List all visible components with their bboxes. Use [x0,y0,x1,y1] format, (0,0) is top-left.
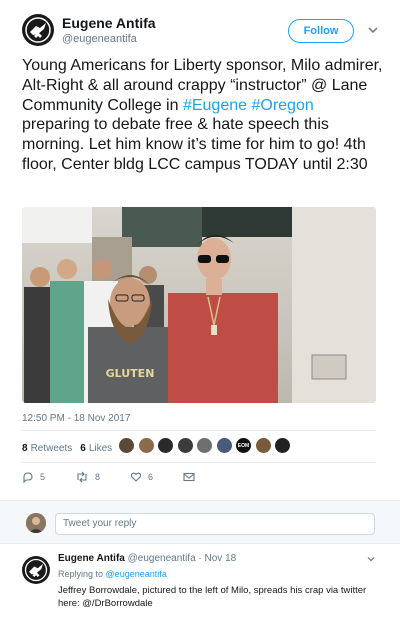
chevron-down-icon[interactable] [366,23,380,37]
author-name[interactable]: Eugene Antifa [62,15,156,31]
tweet-text: Young Americans for Liberty sponsor, Mil… [22,56,384,175]
reply-icon [23,472,33,483]
author-avatar[interactable] [22,14,54,46]
tweet-header: Eugene Antifa @eugeneantifa Follow [22,14,382,48]
liker-avatar[interactable] [137,437,155,454]
chevron-down-icon[interactable] [366,554,376,564]
replying-to-handle[interactable]: @eugeneantifa [106,569,167,579]
hashtag-oregon[interactable]: #Oregon [251,97,313,114]
reply-text: Jeffrey Borrowdale, pictured to the left… [58,585,367,609]
reply-author-avatar[interactable] [22,556,50,584]
likes-count: 6 [80,442,86,454]
like-count: 6 [148,472,154,482]
envelope-icon [183,472,195,482]
photo-shirt-text: GLUTEN [106,367,155,380]
reply-tweet[interactable]: Eugene Antifa @eugeneantifa · Nov 18 Rep… [0,544,400,617]
retweet-action[interactable]: 8 [75,471,100,483]
liker-avatar[interactable] [274,437,291,454]
reply-composer: Tweet your reply [0,500,400,544]
liker-avatar[interactable]: EOM [235,437,252,454]
tweet-timestamp[interactable]: 12:50 PM - 18 Nov 2017 [22,413,130,424]
liker-avatar[interactable] [118,437,135,454]
liker-avatar[interactable] [157,437,174,454]
reply-author-name[interactable]: Eugene Antifa [58,553,125,564]
liker-avatar[interactable] [254,437,272,454]
liker-avatar[interactable] [196,437,213,454]
user-avatar-icon [26,513,46,533]
tweet-photo[interactable]: GLUTEN [22,207,376,403]
likes-stat[interactable]: 6 Likes [80,443,112,454]
reply-action[interactable]: 5 [22,471,45,483]
direct-message-action[interactable] [183,471,201,483]
tweet-stats: 8 Retweets 6 Likes [22,440,120,456]
antifa-logo-icon [23,15,53,45]
antifa-logo-icon [22,556,50,584]
liker-avatar[interactable] [215,437,233,454]
photo-illustration: GLUTEN [22,207,376,403]
replying-to: Replying to @eugeneantifa [58,569,167,579]
retweets-label: Retweets [30,442,73,454]
reply-count: 5 [40,472,46,482]
tweet-text-part: preparing to debate free & hate speech t… [22,116,368,173]
reply-input[interactable]: Tweet your reply [55,513,375,535]
retweets-stat[interactable]: 8 Retweets [22,443,72,454]
retweets-count: 8 [22,442,28,454]
retweet-count: 8 [95,472,101,482]
follow-button[interactable]: Follow [288,19,354,43]
tweet-actions: 5 8 6 [22,469,231,485]
likes-label: Likes [88,442,113,454]
replying-prefix: Replying to [58,569,104,579]
liker-avatar[interactable] [176,437,194,454]
author-handle[interactable]: @eugeneantifa [62,33,137,45]
retweet-icon [77,471,87,483]
like-action[interactable]: 6 [130,471,153,483]
likers-avatars: EOM [118,437,294,457]
reply-author-line: Eugene Antifa @eugeneantifa · Nov 18 [58,553,236,564]
hashtag-eugene[interactable]: #Eugene [183,97,247,114]
heart-icon [130,472,142,482]
reply-meta: @eugeneantifa · Nov 18 [127,553,237,564]
divider [22,462,376,463]
divider [22,430,376,431]
current-user-avatar [26,513,46,533]
